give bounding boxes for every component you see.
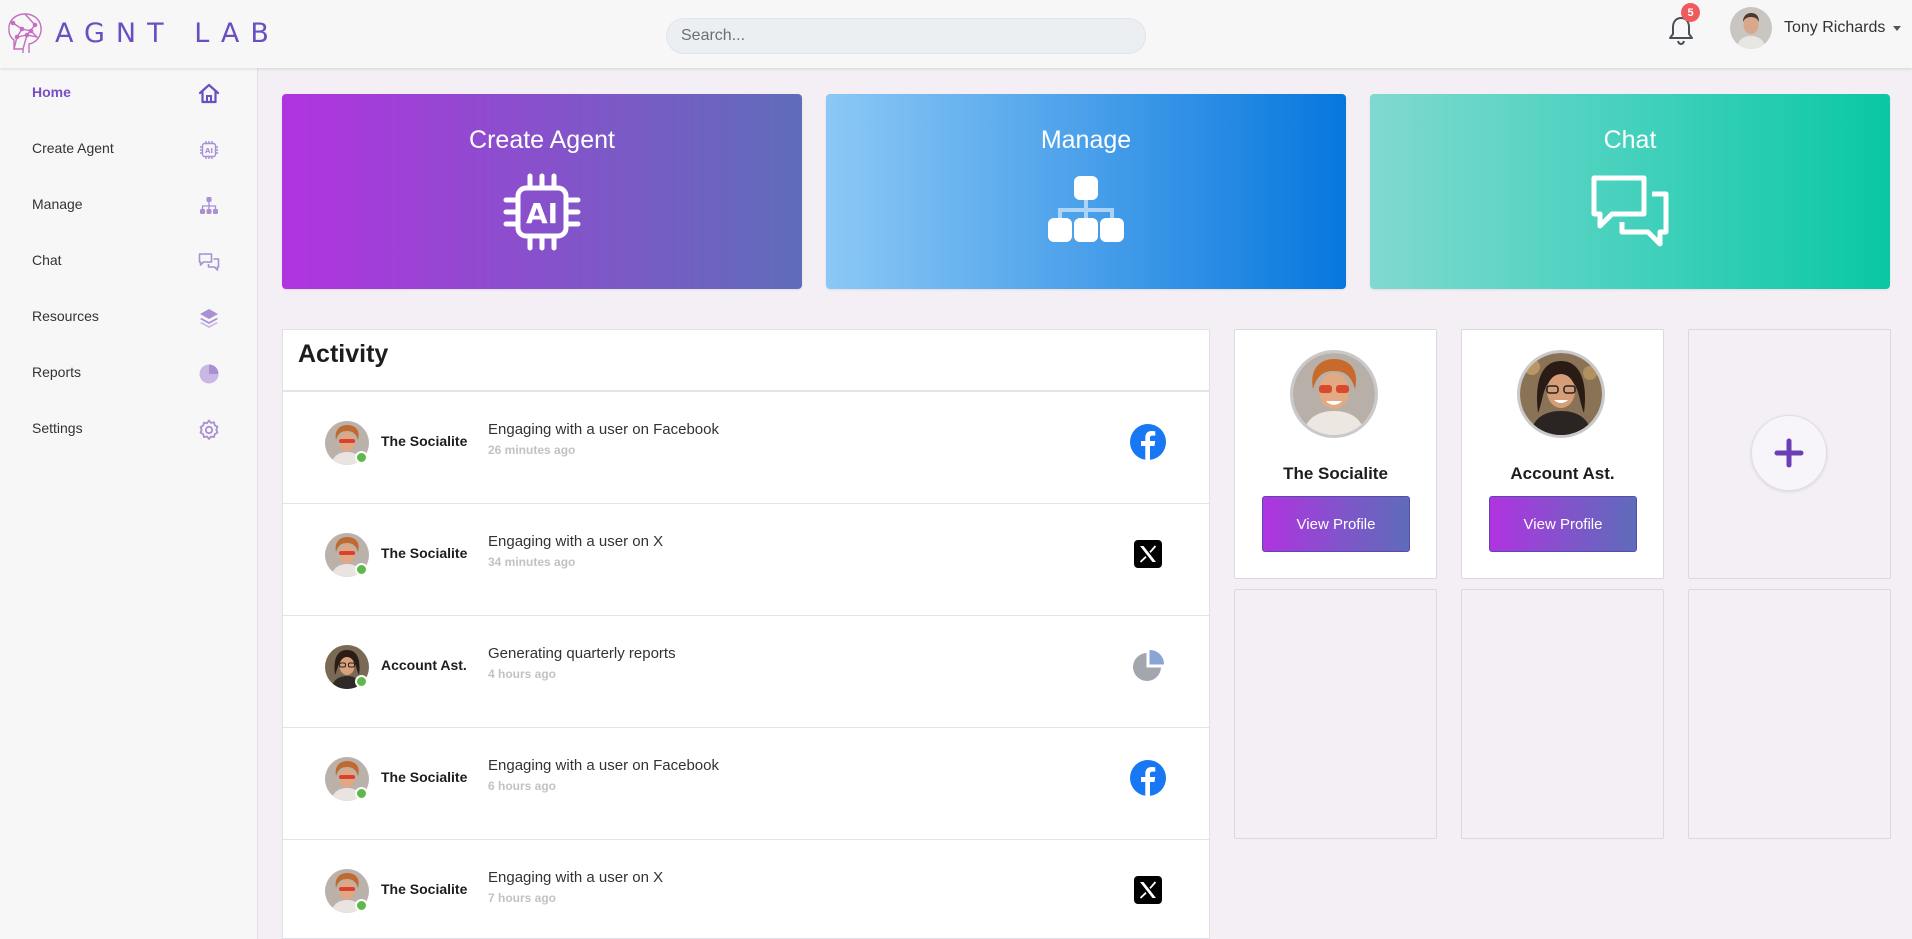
search-input[interactable] — [666, 18, 1146, 54]
sidebar-item-label: Resources — [32, 308, 99, 324]
activity-time: 26 minutes ago — [488, 443, 576, 457]
sidebar-item-chat[interactable]: Chat — [0, 238, 257, 286]
online-status-dot — [355, 787, 368, 800]
svg-text:AI: AI — [526, 197, 558, 230]
avatar — [325, 869, 369, 913]
sidebar-item-label: Home — [32, 84, 71, 100]
top-bar: AGNT LAB 5 Tony Richards — [0, 0, 1912, 68]
facebook-icon[interactable] — [1130, 424, 1166, 460]
empty-agent-slot — [1461, 589, 1664, 839]
activity-description: Engaging with a user on Facebook — [488, 757, 719, 774]
sidebar: Home Create Agent AI Manage Chat Resourc… — [0, 68, 258, 939]
home-icon — [198, 83, 220, 104]
user-name: Tony Richards — [1784, 19, 1886, 36]
agent-name: The Socialite — [381, 433, 468, 449]
view-profile-button[interactable]: View Profile — [1489, 496, 1637, 552]
chat-card[interactable]: Chat — [1370, 94, 1890, 289]
activity-row[interactable]: The Socialite Engaging with a user on Fa… — [283, 392, 1209, 504]
view-profile-button[interactable]: View Profile — [1262, 496, 1410, 552]
sidebar-item-create-agent[interactable]: Create Agent AI — [0, 126, 257, 174]
sidebar-item-label: Reports — [32, 364, 82, 380]
agent-name: Account Ast. — [381, 657, 467, 673]
gear-icon — [199, 419, 219, 440]
activity-description: Engaging with a user on Facebook — [488, 421, 719, 438]
sidebar-item-resources[interactable]: Resources — [0, 294, 257, 342]
agent-name: The Socialite — [381, 881, 468, 897]
activity-row[interactable]: The Socialite Engaging with a user on Fa… — [283, 728, 1209, 840]
activity-row[interactable]: The Socialite Engaging with a user on X … — [283, 840, 1209, 938]
svg-text:AI: AI — [205, 147, 213, 155]
create-agent-card[interactable]: Create Agent AI — [282, 94, 802, 289]
sidebar-item-label: Create Agent — [32, 140, 114, 156]
pie-chart-icon[interactable] — [1130, 648, 1166, 684]
activity-description: Engaging with a user on X — [488, 869, 664, 886]
chat-icon — [1591, 175, 1669, 247]
sidebar-item-settings[interactable]: Settings — [0, 406, 257, 454]
activity-panel: Activity The Socialite Engaging with a u… — [282, 329, 1210, 939]
brand-name: AGNT LAB — [55, 17, 280, 49]
activity-title: Activity — [298, 340, 389, 368]
activity-row[interactable]: The Socialite Engaging with a user on X … — [283, 504, 1209, 616]
agent-name: The Socialite — [381, 769, 468, 785]
online-status-dot — [355, 451, 368, 464]
card-title: Create Agent — [469, 126, 615, 154]
activity-time: 4 hours ago — [488, 667, 557, 681]
activity-description: Engaging with a user on X — [488, 533, 664, 550]
activity-time: 7 hours ago — [488, 891, 557, 905]
sidebar-item-label: Settings — [32, 420, 83, 436]
avatar — [325, 645, 369, 689]
agent-card: Account Ast. View Profile — [1461, 329, 1664, 579]
brand-logo[interactable]: AGNT LAB — [5, 11, 280, 55]
online-status-dot — [355, 899, 368, 912]
agent-avatar — [1517, 350, 1605, 438]
pie-chart-icon — [199, 364, 219, 384]
layers-icon — [200, 309, 218, 328]
ai-chip-icon: AI — [503, 173, 581, 251]
sidebar-item-label: Manage — [32, 196, 83, 212]
sidebar-item-reports[interactable]: Reports — [0, 350, 257, 398]
sidebar-item-manage[interactable]: Manage — [0, 182, 257, 230]
x-icon[interactable] — [1130, 536, 1166, 572]
add-agent-slot — [1688, 329, 1891, 579]
empty-agent-slot — [1688, 589, 1891, 839]
facebook-icon[interactable] — [1130, 760, 1166, 796]
hierarchy-icon — [1048, 176, 1124, 242]
ai-chip-icon: AI — [200, 141, 218, 159]
avatar — [1730, 7, 1772, 49]
add-agent-button[interactable] — [1751, 415, 1827, 491]
activity-description: Generating quarterly reports — [488, 645, 676, 662]
manage-card[interactable]: Manage — [826, 94, 1346, 289]
agent-avatar — [1290, 350, 1378, 438]
brain-logo-icon — [8, 13, 42, 53]
empty-agent-slot — [1234, 589, 1437, 839]
x-icon[interactable] — [1130, 872, 1166, 908]
agent-card: The Socialite View Profile — [1234, 329, 1437, 579]
chat-icon — [198, 253, 220, 271]
hierarchy-icon — [200, 197, 218, 214]
agent-name: The Socialite — [1283, 464, 1388, 483]
user-menu[interactable]: Tony Richards — [1730, 7, 1902, 49]
avatar — [325, 757, 369, 801]
chevron-down-icon — [1893, 25, 1902, 31]
online-status-dot — [355, 563, 368, 576]
sidebar-item-home[interactable]: Home — [0, 70, 257, 118]
avatar — [325, 421, 369, 465]
avatar — [325, 533, 369, 577]
plus-icon — [1774, 438, 1804, 468]
activity-row[interactable]: Account Ast. Generating quarterly report… — [283, 616, 1209, 728]
card-title: Manage — [1040, 126, 1132, 154]
online-status-dot — [355, 675, 368, 688]
agent-name: The Socialite — [381, 545, 468, 561]
sidebar-item-label: Chat — [32, 252, 62, 268]
agent-name: Account Ast. — [1510, 464, 1615, 483]
card-title: Chat — [1603, 126, 1657, 154]
activity-time: 34 minutes ago — [488, 555, 576, 569]
activity-time: 6 hours ago — [488, 779, 557, 793]
notification-badge: 5 — [1681, 3, 1700, 22]
